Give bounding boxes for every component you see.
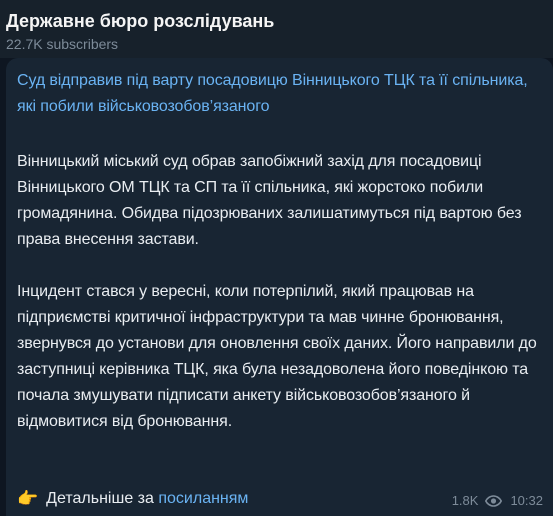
post-paragraph-1: Вінницький міський суд обрав запобіжний … — [17, 153, 522, 248]
subscriber-count: 22.7K subscribers — [6, 36, 119, 52]
post-footer-line: 👉 Детальніше за посиланням — [17, 486, 248, 512]
view-count: 1.8K — [451, 493, 479, 508]
channel-title[interactable]: Державне бюро розслідувань — [6, 11, 274, 32]
post-paragraph-2: Інцидент стався у вересні, коли потерпіл… — [17, 283, 537, 430]
message-time: 10:32 — [510, 493, 543, 508]
channel-header[interactable]: Державне бюро розслідувань 22.7K subscri… — [0, 0, 553, 58]
pointing-hand-icon: 👉 — [17, 489, 39, 508]
footer-text: Детальніше за — [46, 490, 154, 507]
post-headline-link[interactable]: Суд відправив під варту посадовицю Вінни… — [17, 68, 537, 120]
details-link[interactable]: посиланням — [158, 490, 248, 507]
telegram-channel-window: Державне бюро розслідувань 22.7K subscri… — [0, 0, 553, 516]
eye-icon — [485, 494, 503, 507]
message-meta: 1.8K 10:32 — [452, 493, 543, 508]
